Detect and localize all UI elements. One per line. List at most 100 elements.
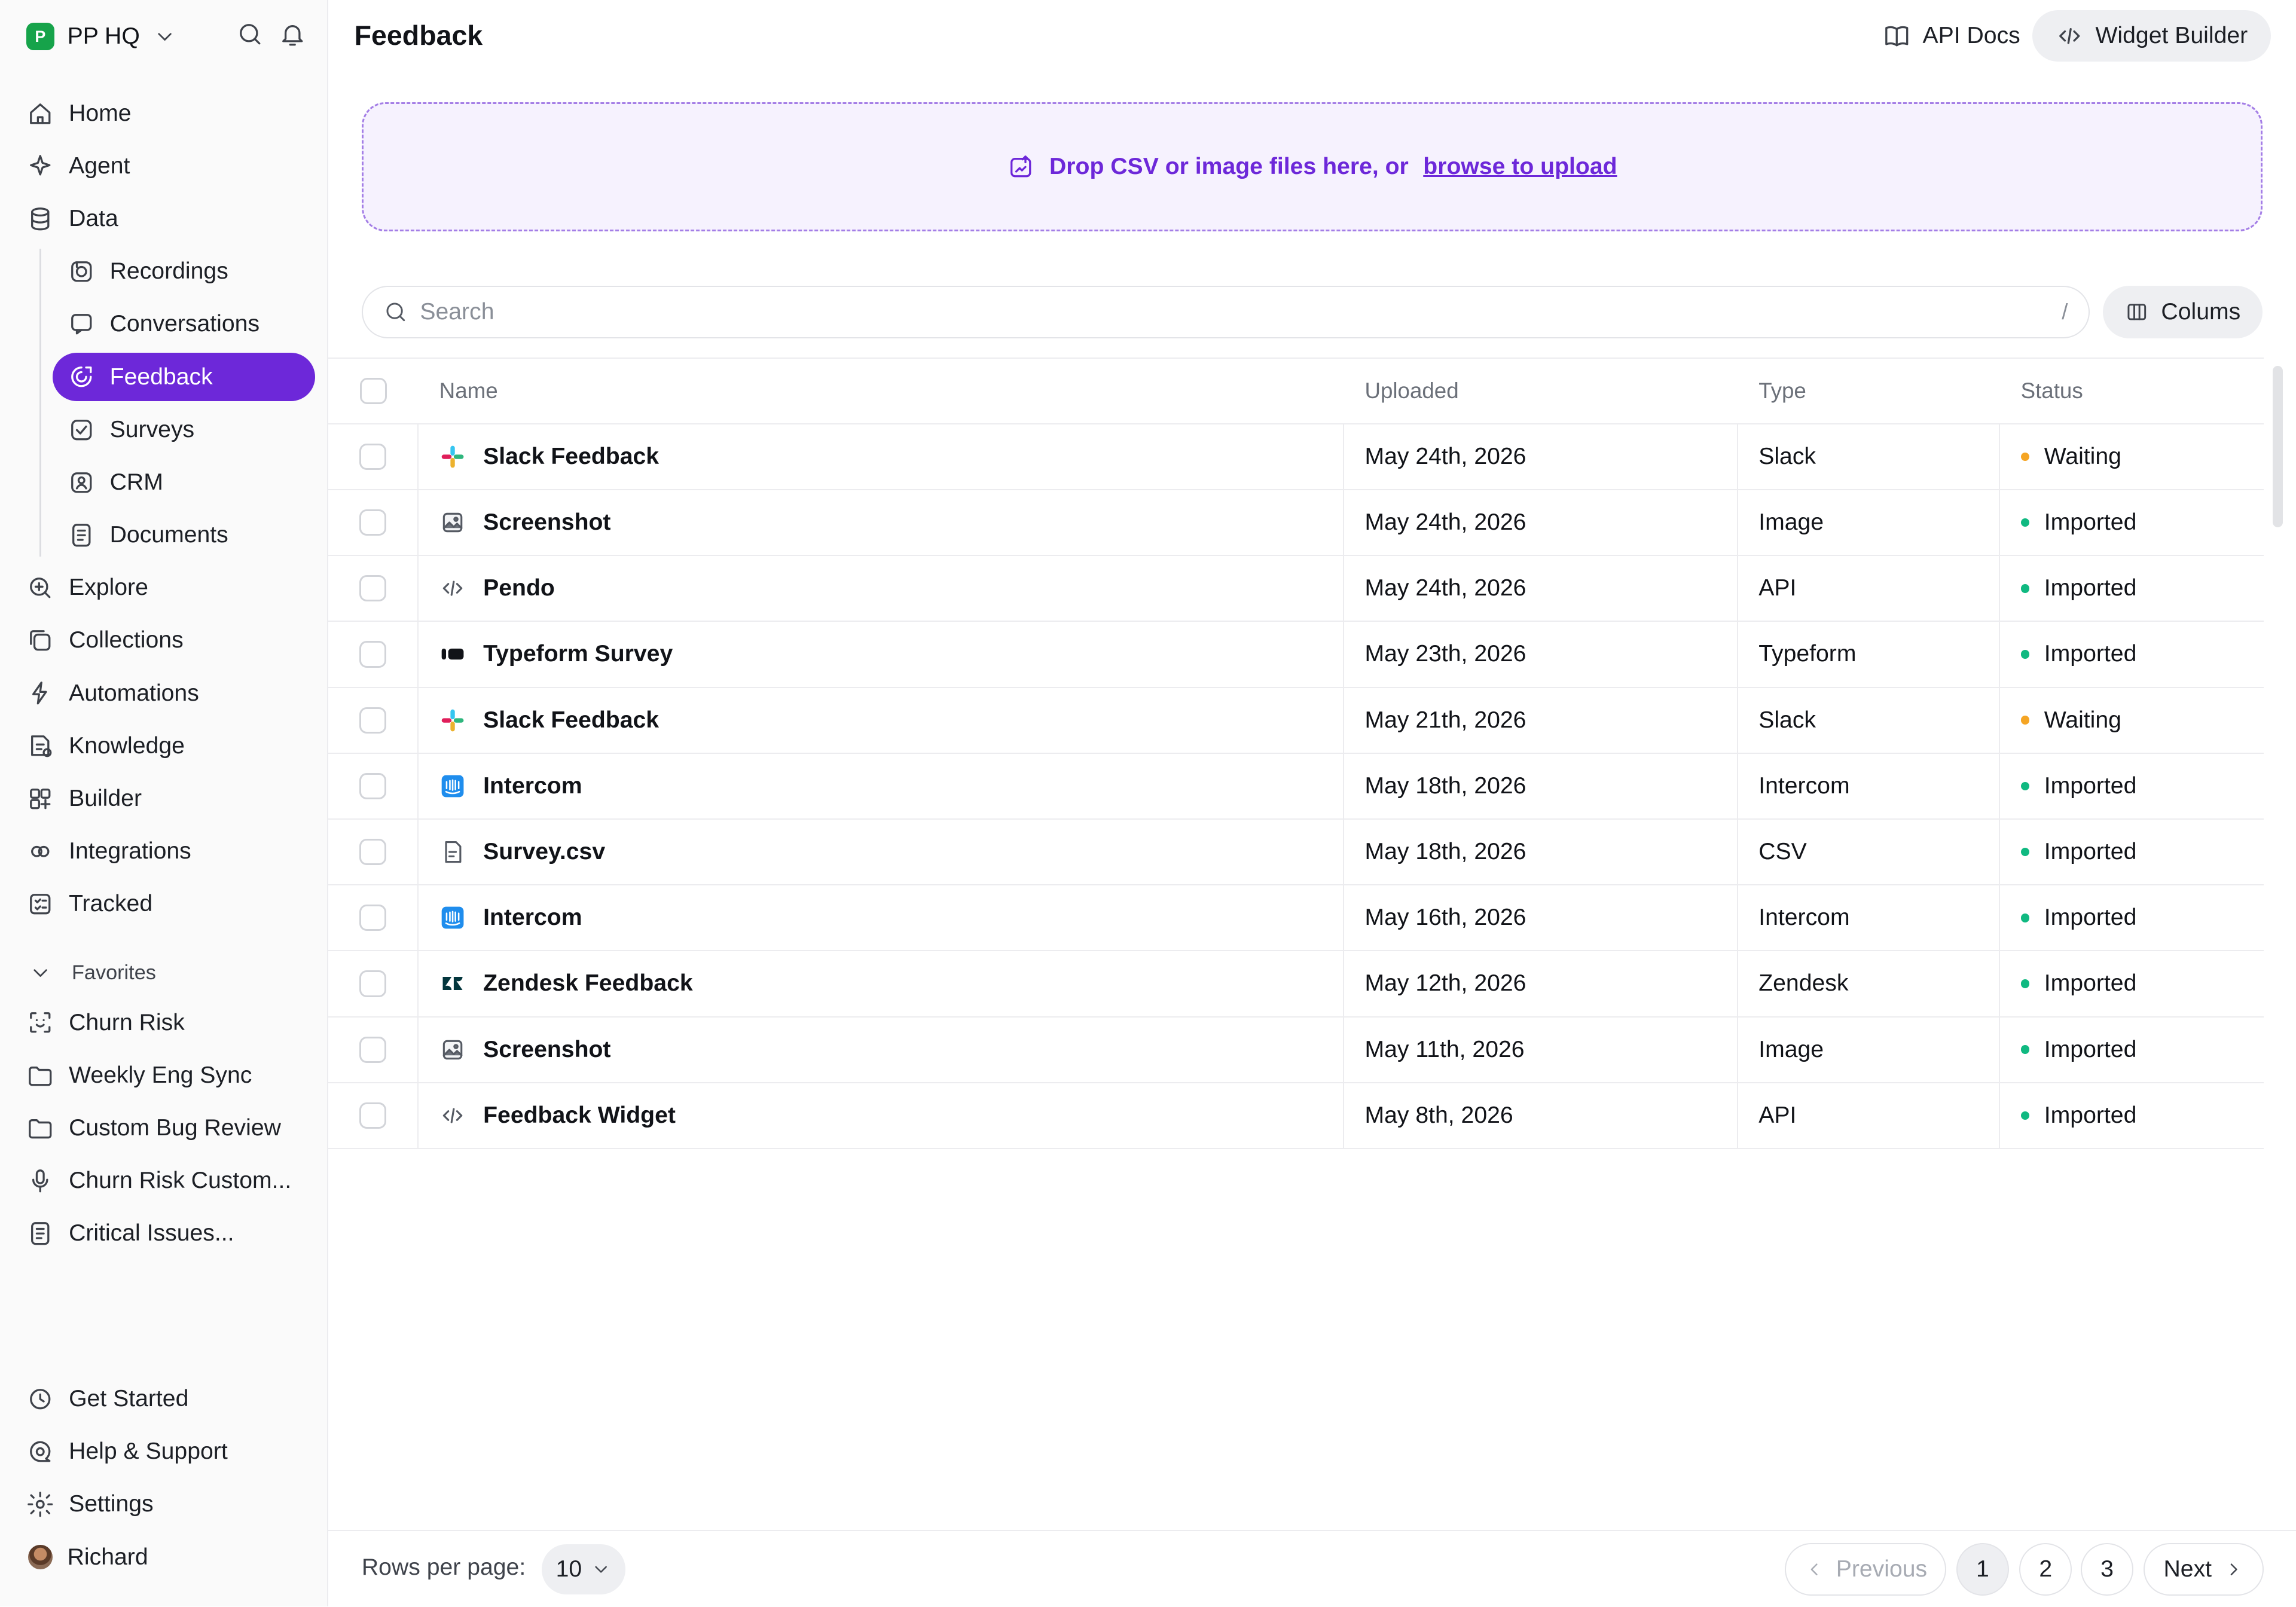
- sidebar-item-custom-bug-review[interactable]: Custom Bug Review: [14, 1104, 315, 1153]
- folder-icon: [26, 1062, 54, 1090]
- status-badge: Imported: [2044, 1102, 2137, 1128]
- row-checkbox[interactable]: [359, 970, 386, 997]
- widget-builder-label: Widget Builder: [2095, 22, 2248, 48]
- sidebar-item-label: Settings: [69, 1491, 154, 1517]
- table-row[interactable]: Intercom May 18th, 2026 Intercom Imported: [328, 753, 2264, 820]
- sidebar-item-automations[interactable]: Automations: [14, 669, 315, 717]
- widget-builder-button[interactable]: Widget Builder: [2032, 10, 2271, 62]
- home-icon: [26, 100, 54, 128]
- browse-upload-link[interactable]: browse to upload: [1423, 154, 1617, 180]
- file-dropzone[interactable]: Drop CSV or image files here, or browse …: [361, 102, 2263, 231]
- row-checkbox[interactable]: [359, 839, 386, 866]
- table-header-row: Name Uploaded Type Status: [328, 359, 2264, 424]
- sidebar-item-data[interactable]: Data: [14, 195, 315, 243]
- table-row[interactable]: Feedback Widget May 8th, 2026 API Imported: [328, 1083, 2264, 1149]
- row-uploaded: May 16th, 2026: [1344, 885, 1738, 951]
- table-row[interactable]: Intercom May 16th, 2026 Intercom Imported: [328, 885, 2264, 952]
- column-header-status[interactable]: Status: [2000, 359, 2264, 423]
- bell-icon[interactable]: [279, 20, 307, 48]
- sidebar-item-recordings[interactable]: Recordings: [53, 248, 315, 296]
- automation-icon: [26, 679, 54, 707]
- sidebar-item-weekly-eng-sync[interactable]: Weekly Eng Sync: [14, 1051, 315, 1099]
- sidebar-item-knowledge[interactable]: Knowledge: [14, 722, 315, 770]
- sidebar-item-get-started[interactable]: Get Started: [14, 1375, 315, 1423]
- favorites-label: Favorites: [71, 961, 156, 984]
- page-2-button[interactable]: 2: [2019, 1542, 2072, 1596]
- row-checkbox[interactable]: [359, 509, 386, 536]
- sidebar-item-conversations[interactable]: Conversations: [53, 300, 315, 349]
- sidebar-item-collections[interactable]: Collections: [14, 616, 315, 665]
- sidebar-item-settings[interactable]: Settings: [14, 1480, 315, 1529]
- api-docs-button[interactable]: API Docs: [1860, 10, 2044, 62]
- sparkle-icon: [26, 152, 54, 181]
- previous-label: Previous: [1836, 1556, 1928, 1582]
- knowledge-icon: [26, 732, 54, 760]
- row-checkbox[interactable]: [359, 575, 386, 602]
- row-checkbox[interactable]: [359, 641, 386, 668]
- workspace-name: PP HQ: [67, 23, 140, 50]
- intercom-icon: [439, 773, 466, 799]
- select-all-checkbox[interactable]: [360, 377, 387, 404]
- sidebar-item-label: Builder: [69, 785, 142, 811]
- sidebar-item-label: Documents: [109, 522, 228, 548]
- sidebar-item-churn-risk[interactable]: Churn Risk: [14, 998, 315, 1047]
- table-row[interactable]: Typeform Survey May 23th, 2026 Typeform Imp…: [328, 622, 2264, 688]
- columns-button[interactable]: Colums: [2102, 285, 2263, 338]
- page-1-button[interactable]: 1: [1956, 1542, 2009, 1596]
- column-header-uploaded[interactable]: Uploaded: [1344, 359, 1738, 423]
- table-row[interactable]: Zendesk Feedback May 12th, 2026 Zendesk Imp…: [328, 951, 2264, 1018]
- sidebar-item-explore[interactable]: Explore: [14, 564, 315, 612]
- page-3-button[interactable]: 3: [2081, 1542, 2134, 1596]
- table-row[interactable]: Survey.csv May 18th, 2026 CSV Imported: [328, 819, 2264, 886]
- sidebar-item-feedback[interactable]: Feedback: [53, 353, 315, 402]
- table-scrollbar[interactable]: [2272, 366, 2283, 527]
- table-row[interactable]: Pendo May 24th, 2026 API Imported: [328, 556, 2264, 622]
- zendesk-icon: [439, 970, 466, 997]
- sidebar-item-home[interactable]: Home: [14, 89, 315, 138]
- sidebar-item-documents[interactable]: Documents: [53, 511, 315, 560]
- table-row[interactable]: Slack Feedback May 24th, 2026 Slack Waiting: [328, 424, 2264, 490]
- sidebar-item-help-support[interactable]: Help & Support: [14, 1428, 315, 1476]
- row-checkbox[interactable]: [359, 443, 386, 470]
- column-header-type[interactable]: Type: [1738, 359, 2000, 423]
- sidebar-item-churn-risk-custom[interactable]: Churn Risk Custom...: [14, 1157, 315, 1205]
- sidebar-item-builder[interactable]: Builder: [14, 775, 315, 823]
- favorites-header[interactable]: Favorites: [26, 959, 156, 987]
- rows-per-page-select[interactable]: 10: [542, 1544, 625, 1594]
- workspace-logo: P: [26, 22, 54, 51]
- sidebar-item-integrations[interactable]: Integrations: [14, 827, 315, 876]
- sidebar-item-label: Tracked: [69, 891, 153, 917]
- user-profile[interactable]: Richard: [14, 1533, 315, 1581]
- row-name: Slack Feedback: [483, 443, 660, 469]
- row-checkbox[interactable]: [359, 772, 386, 799]
- table-row[interactable]: Screenshot May 11th, 2026 Image Imported: [328, 1017, 2264, 1083]
- columns-icon: [2124, 300, 2150, 325]
- row-checkbox[interactable]: [359, 707, 386, 734]
- table-row[interactable]: Slack Feedback May 21th, 2026 Slack Waiting: [328, 688, 2264, 754]
- row-uploaded: May 18th, 2026: [1344, 819, 1738, 885]
- previous-page-button[interactable]: Previous: [1785, 1542, 1946, 1596]
- sidebar-item-label: Conversations: [109, 311, 260, 337]
- sidebar-item-critical-issues[interactable]: Critical Issues...: [14, 1209, 315, 1258]
- column-header-name[interactable]: Name: [419, 359, 1344, 423]
- workspace-switcher[interactable]: P PP HQ: [26, 20, 176, 53]
- row-name: Typeform Survey: [483, 641, 673, 667]
- search-icon[interactable]: [236, 20, 264, 48]
- sidebar-item-agent[interactable]: Agent: [14, 142, 315, 191]
- sidebar-item-label: Churn Risk: [69, 1009, 185, 1035]
- row-name: Screenshot: [483, 509, 611, 536]
- search-input[interactable]: [420, 298, 2050, 325]
- sidebar-item-crm[interactable]: CRM: [53, 459, 315, 507]
- row-name: Screenshot: [483, 1036, 611, 1062]
- slack-icon: [439, 707, 466, 734]
- sidebar-item-surveys[interactable]: Surveys: [53, 405, 315, 454]
- row-checkbox[interactable]: [359, 905, 386, 931]
- sidebar-item-label: Critical Issues...: [69, 1220, 234, 1247]
- table-row[interactable]: Screenshot May 24th, 2026 Image Imported: [328, 490, 2264, 557]
- sidebar-item-tracked[interactable]: Tracked: [14, 880, 315, 928]
- next-page-button[interactable]: Next: [2144, 1542, 2264, 1596]
- row-checkbox[interactable]: [359, 1036, 386, 1063]
- sidebar-item-label: Surveys: [109, 416, 195, 442]
- intercom-icon: [439, 905, 466, 931]
- row-checkbox[interactable]: [359, 1102, 386, 1129]
